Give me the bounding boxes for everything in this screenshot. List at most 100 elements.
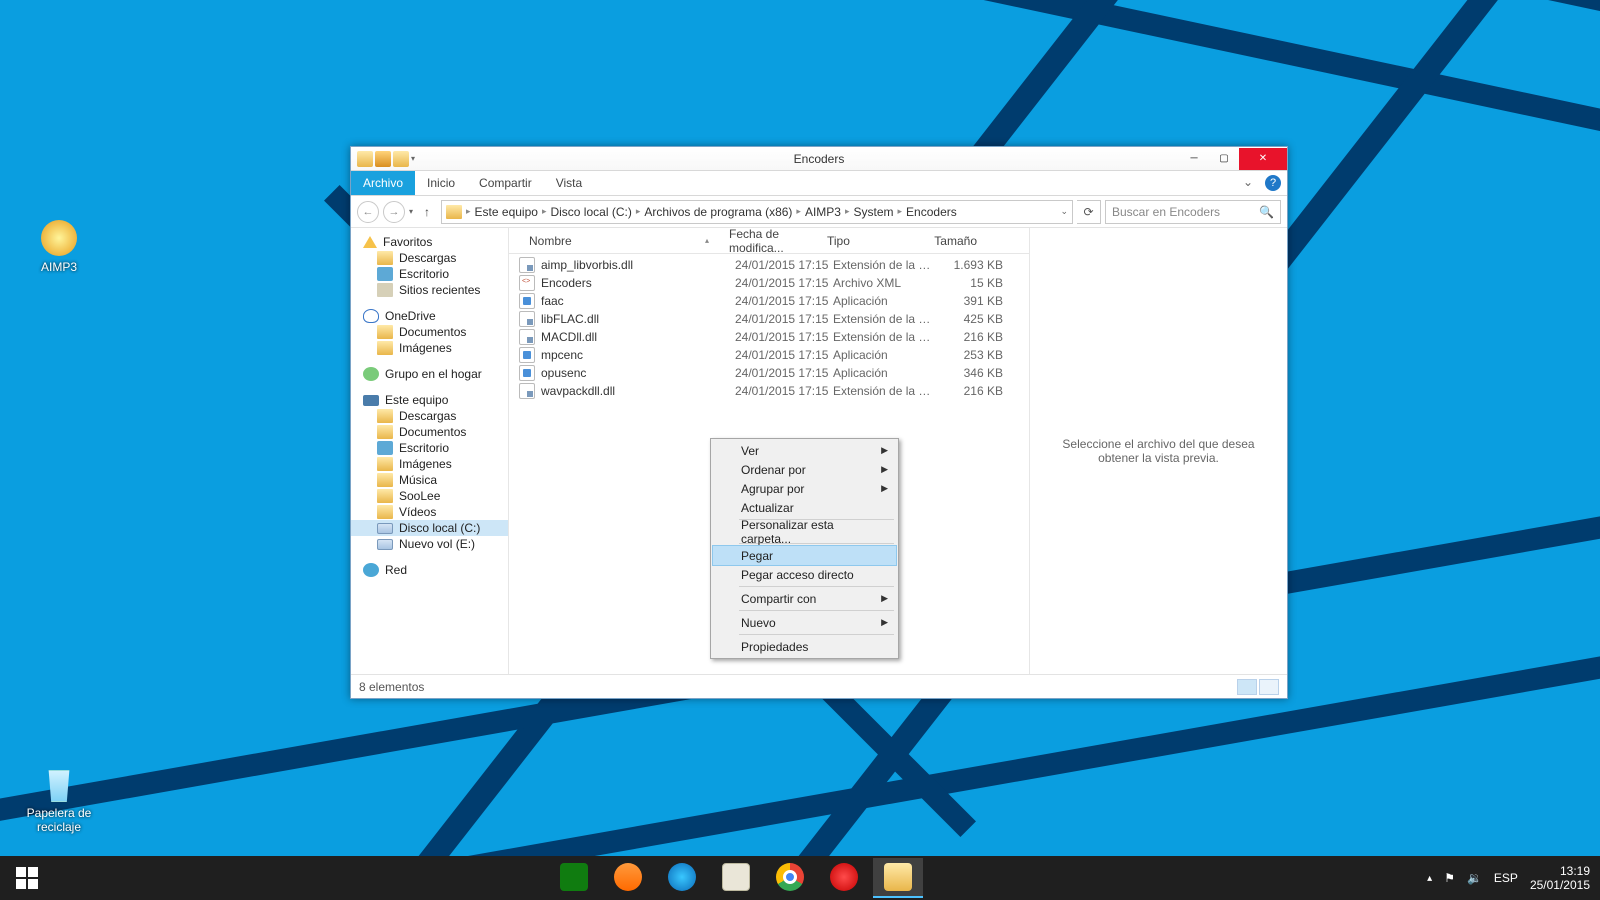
- windows-logo-icon: [16, 867, 38, 889]
- close-button[interactable]: ✕: [1239, 148, 1287, 170]
- taskbar-app-chrome[interactable]: [765, 858, 815, 898]
- desktop-icon-label: Papelera de reciclaje: [14, 806, 104, 834]
- nav-forward-button[interactable]: →: [383, 201, 405, 223]
- address-dropdown-icon[interactable]: ⌄: [1060, 206, 1068, 217]
- qat-icon[interactable]: [375, 151, 391, 167]
- nav-group-homegroup[interactable]: Grupo en el hogar: [351, 366, 508, 382]
- nav-item[interactable]: Disco local (C:): [351, 520, 508, 536]
- taskbar-app-notes[interactable]: [711, 858, 761, 898]
- system-tray[interactable]: ▴ ⚑ 🔉 ESP 13:19 25/01/2015: [1417, 864, 1600, 892]
- action-center-icon[interactable]: ⚑: [1444, 871, 1455, 885]
- file-row[interactable]: wavpackdll.dll24/01/2015 17:15Extensión …: [509, 382, 1029, 400]
- address-bar[interactable]: ▸ Este equipo▸ Disco local (C:)▸ Archivo…: [441, 200, 1073, 224]
- search-placeholder: Buscar en Encoders: [1112, 205, 1220, 219]
- file-row[interactable]: libFLAC.dll24/01/2015 17:15Extensión de …: [509, 310, 1029, 328]
- homegroup-icon: [363, 367, 379, 381]
- nav-item[interactable]: Descargas: [351, 250, 508, 266]
- file-row[interactable]: faac24/01/2015 17:15Aplicación391 KB: [509, 292, 1029, 310]
- taskbar[interactable]: ▴ ⚑ 🔉 ESP 13:19 25/01/2015: [0, 856, 1600, 900]
- qat-icon[interactable]: [393, 151, 409, 167]
- chevron-right-icon[interactable]: ▸: [466, 206, 471, 217]
- ribbon-tab-share[interactable]: Compartir: [467, 171, 544, 195]
- breadcrumb-item[interactable]: AIMP3: [805, 205, 841, 219]
- breadcrumb-item[interactable]: Este equipo: [475, 205, 538, 219]
- file-row[interactable]: MACDll.dll24/01/2015 17:15Extensión de l…: [509, 328, 1029, 346]
- taskbar-app-opera[interactable]: [819, 858, 869, 898]
- ribbon-expand-icon[interactable]: ⌄: [1237, 171, 1259, 195]
- nav-item[interactable]: Documentos: [351, 424, 508, 440]
- nav-group-onedrive[interactable]: OneDrive: [351, 308, 508, 324]
- nav-item[interactable]: Documentos: [351, 324, 508, 340]
- menu-item-new[interactable]: Nuevo▶: [713, 613, 896, 632]
- breadcrumb-item[interactable]: System: [854, 205, 894, 219]
- nav-item[interactable]: Música: [351, 472, 508, 488]
- taskbar-app-explorer[interactable]: [873, 858, 923, 898]
- desktop-icon-aimp[interactable]: AIMP3: [14, 220, 104, 274]
- taskbar-app-store[interactable]: [549, 858, 599, 898]
- nav-group-pc[interactable]: Este equipo: [351, 392, 508, 408]
- nav-item[interactable]: Escritorio: [351, 440, 508, 456]
- tray-clock[interactable]: 13:19 25/01/2015: [1530, 864, 1590, 892]
- menu-item-group[interactable]: Agrupar por▶: [713, 479, 896, 498]
- nav-up-button[interactable]: ↑: [417, 205, 437, 219]
- menu-item-refresh[interactable]: Actualizar: [713, 498, 896, 517]
- file-row[interactable]: Encoders24/01/2015 17:15Archivo XML15 KB: [509, 274, 1029, 292]
- nav-item[interactable]: Descargas: [351, 408, 508, 424]
- column-headers[interactable]: Nombre▴ Fecha de modifica... Tipo Tamaño: [509, 228, 1029, 254]
- ribbon-tab-home[interactable]: Inicio: [415, 171, 467, 195]
- nav-item[interactable]: SooLee: [351, 488, 508, 504]
- menu-item-share[interactable]: Compartir con▶: [713, 589, 896, 608]
- menu-item-sort[interactable]: Ordenar por▶: [713, 460, 896, 479]
- nav-item[interactable]: Nuevo vol (E:): [351, 536, 508, 552]
- maximize-button[interactable]: ▢: [1209, 148, 1239, 170]
- preview-pane: Seleccione el archivo del que desea obte…: [1029, 228, 1287, 674]
- menu-item-properties[interactable]: Propiedades: [713, 637, 896, 656]
- help-icon[interactable]: ?: [1265, 175, 1281, 191]
- nav-item[interactable]: Escritorio: [351, 266, 508, 282]
- navigation-pane[interactable]: Favoritos Descargas Escritorio Sitios re…: [351, 228, 509, 674]
- view-details-button[interactable]: [1237, 679, 1257, 695]
- start-button[interactable]: [0, 856, 54, 900]
- file-row[interactable]: opusenc24/01/2015 17:15Aplicación346 KB: [509, 364, 1029, 382]
- nav-group-network[interactable]: Red: [351, 562, 508, 578]
- ribbon-tab-file[interactable]: Archivo: [351, 171, 415, 195]
- menu-item-customize[interactable]: Personalizar esta carpeta...: [713, 522, 896, 541]
- cloud-icon: [363, 309, 379, 323]
- title-bar[interactable]: ▾ Encoders ─ ▢ ✕: [351, 147, 1287, 171]
- nav-item[interactable]: Imágenes: [351, 456, 508, 472]
- status-item-count: 8 elementos: [359, 680, 424, 694]
- nav-history-dropdown[interactable]: ▾: [409, 207, 413, 216]
- nav-item[interactable]: Sitios recientes: [351, 282, 508, 298]
- breadcrumb-item[interactable]: Disco local (C:): [550, 205, 631, 219]
- taskbar-app-ie[interactable]: [657, 858, 707, 898]
- folder-icon: [357, 151, 373, 167]
- file-row[interactable]: aimp_libvorbis.dll24/01/2015 17:15Extens…: [509, 256, 1029, 274]
- nav-group-favorites[interactable]: Favoritos: [351, 234, 508, 250]
- breadcrumb-item[interactable]: Encoders: [906, 205, 957, 219]
- search-input[interactable]: Buscar en Encoders 🔍: [1105, 200, 1281, 224]
- tray-time: 13:19: [1530, 864, 1590, 878]
- file-type-icon: [519, 365, 535, 381]
- minimize-button[interactable]: ─: [1179, 148, 1209, 170]
- nav-back-button[interactable]: ←: [357, 201, 379, 223]
- taskbar-app-media[interactable]: [603, 858, 653, 898]
- desktop-icon-recycle[interactable]: Papelera de reciclaje: [14, 770, 104, 834]
- tray-overflow-icon[interactable]: ▴: [1427, 873, 1432, 884]
- volume-icon[interactable]: 🔉: [1467, 871, 1482, 885]
- menu-item-paste[interactable]: Pegar: [713, 546, 896, 565]
- menu-item-view[interactable]: Ver▶: [713, 441, 896, 460]
- menu-item-paste-shortcut[interactable]: Pegar acceso directo: [713, 565, 896, 584]
- qat-dropdown-icon[interactable]: ▾: [411, 154, 415, 163]
- star-icon: [363, 236, 377, 248]
- tray-lang[interactable]: ESP: [1494, 871, 1518, 885]
- breadcrumb-item[interactable]: Archivos de programa (x86): [644, 205, 792, 219]
- submenu-arrow-icon: ▶: [881, 445, 888, 456]
- context-menu: Ver▶ Ordenar por▶ Agrupar por▶ Actualiza…: [710, 438, 899, 659]
- nav-item[interactable]: Vídeos: [351, 504, 508, 520]
- network-icon: [363, 563, 379, 577]
- refresh-button[interactable]: ⟳: [1077, 200, 1101, 224]
- nav-item[interactable]: Imágenes: [351, 340, 508, 356]
- ribbon-tab-view[interactable]: Vista: [544, 171, 594, 195]
- file-row[interactable]: mpcenc24/01/2015 17:15Aplicación253 KB: [509, 346, 1029, 364]
- view-thumbnails-button[interactable]: [1259, 679, 1279, 695]
